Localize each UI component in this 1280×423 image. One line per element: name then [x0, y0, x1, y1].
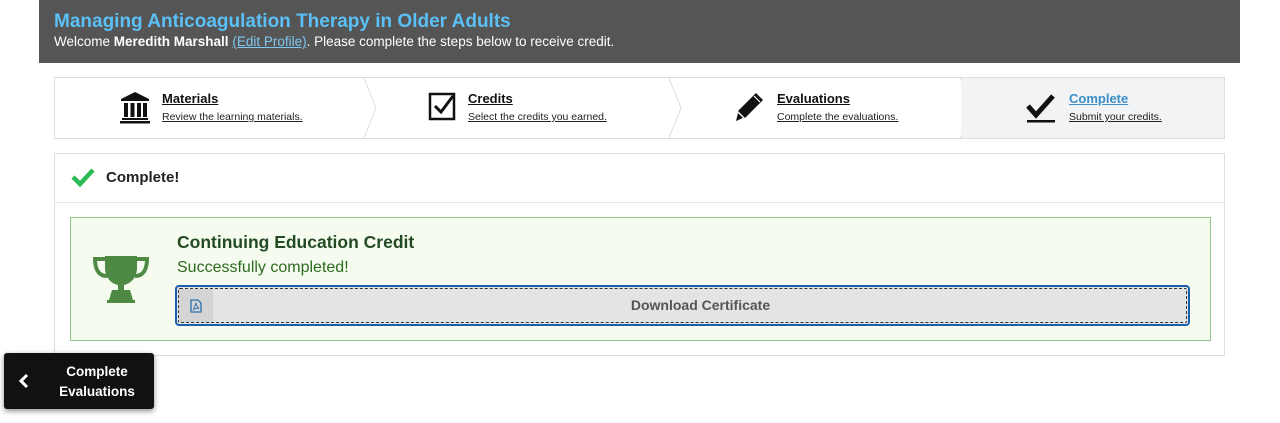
step-materials[interactable]: Materials Review the learning materials. — [55, 78, 365, 138]
step-navigation: Materials Review the learning materials.… — [54, 77, 1225, 139]
step-label[interactable]: Credits — [468, 91, 513, 106]
welcome-prefix: Welcome — [54, 34, 114, 49]
success-check-icon — [71, 168, 95, 188]
panel-title: Complete! — [106, 169, 180, 186]
step-credits[interactable]: Credits Select the credits you earned. — [377, 78, 670, 138]
step-subtitle[interactable]: Review the learning materials. — [162, 111, 303, 123]
credit-title: Continuing Education Credit — [177, 232, 415, 252]
welcome-text: Welcome Meredith Marshall (Edit Profile)… — [54, 34, 614, 49]
back-button-label[interactable]: Complete Evaluations — [44, 362, 150, 402]
step-complete[interactable]: Complete Submit your credits. — [961, 78, 1224, 138]
bank-icon — [120, 92, 150, 124]
success-alert: Continuing Education Credit Successfully… — [70, 217, 1211, 341]
back-to-evaluations-button[interactable]: Complete Evaluations — [4, 353, 154, 409]
credit-message: Successfully completed! — [177, 259, 349, 276]
chevron-left-icon — [18, 373, 29, 389]
download-label[interactable]: Download Certificate — [213, 297, 1188, 313]
complete-panel: Complete! Continuing Education Credit Su… — [54, 153, 1225, 356]
step-subtitle[interactable]: Select the credits you earned. — [468, 111, 607, 123]
trophy-icon — [93, 256, 149, 303]
welcome-suffix: . Please complete the steps below to rec… — [306, 34, 615, 49]
pencil-icon — [736, 93, 763, 121]
page-header: Managing Anticoagulation Therapy in Olde… — [39, 0, 1240, 63]
step-separator-icon — [364, 78, 377, 138]
check-icon — [1026, 94, 1055, 123]
back-label-line2: Evaluations — [59, 384, 135, 399]
download-icon-box — [179, 289, 213, 322]
step-label[interactable]: Materials — [162, 91, 218, 106]
step-subtitle[interactable]: Submit your credits. — [1069, 111, 1162, 123]
step-subtitle[interactable]: Complete the evaluations. — [777, 111, 898, 123]
download-certificate-button[interactable]: Download Certificate — [175, 285, 1190, 326]
user-name: Meredith Marshall — [113, 34, 229, 49]
edit-profile-link[interactable]: (Edit Profile) — [232, 34, 306, 49]
pdf-file-icon — [190, 299, 202, 313]
step-evaluations[interactable]: Evaluations Complete the evaluations. — [682, 78, 960, 138]
checkbox-icon — [428, 92, 456, 121]
step-label[interactable]: Complete — [1069, 91, 1128, 106]
page-title: Managing Anticoagulation Therapy in Olde… — [54, 11, 511, 32]
panel-header: Complete! — [55, 154, 1224, 203]
step-label[interactable]: Evaluations — [777, 91, 850, 106]
back-label-line1: Complete — [66, 364, 128, 379]
step-separator-icon — [669, 78, 682, 138]
